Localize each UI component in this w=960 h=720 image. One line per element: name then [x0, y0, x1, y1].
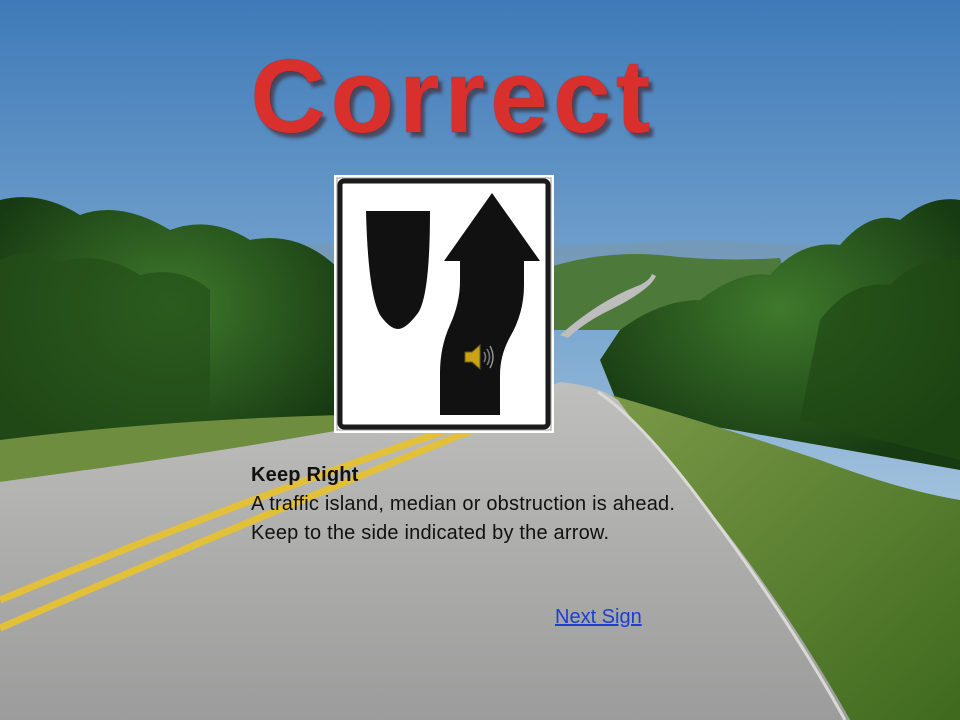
- speaker-icon[interactable]: [462, 340, 496, 374]
- sign-description-block: Keep Right A traffic island, median or o…: [251, 461, 691, 548]
- slide: Correct Keep Right A traffic island, med…: [0, 0, 960, 720]
- sign-name: Keep Right: [251, 464, 359, 486]
- sign-description: A traffic island, median or obstruction …: [251, 493, 676, 544]
- result-title: Correct: [250, 39, 656, 155]
- next-sign-link[interactable]: Next Sign: [555, 606, 642, 629]
- keep-right-sign-icon: [334, 175, 554, 433]
- keep-right-sign: [334, 175, 554, 433]
